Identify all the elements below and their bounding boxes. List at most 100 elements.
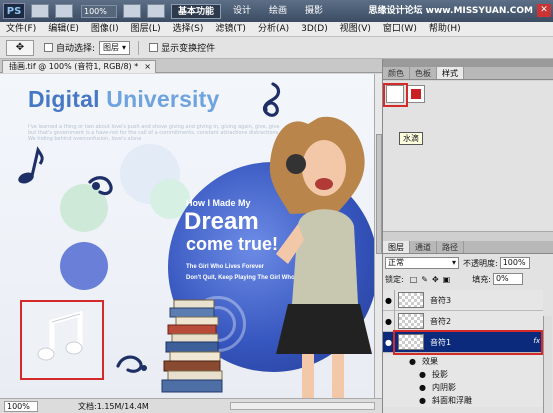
zoom-level-select[interactable]: 100% <box>81 4 117 18</box>
layers-panel: 正常 ▾ 不透明度: 100% 锁定: □ ✎ ✥ ▣ 填充: 0% ● 音符3 <box>383 254 553 413</box>
menu-layer[interactable]: 图层(L) <box>125 22 167 37</box>
eye-icon[interactable]: ● <box>419 396 426 405</box>
close-window-icon[interactable]: ✕ <box>537 4 551 17</box>
layer-row-note2[interactable]: ● 音符2 <box>383 310 543 332</box>
effect-row-drop-shadow[interactable]: ● 投影 <box>383 368 543 381</box>
red-style-swatch[interactable] <box>407 85 425 103</box>
styles-panel: 水滴 <box>383 81 553 231</box>
effect-name: 斜面和浮雕 <box>431 396 472 405</box>
show-transform-label: 显示变换控件 <box>161 44 216 54</box>
book-stack-image <box>161 299 223 393</box>
chevron-down-icon: ▾ <box>122 42 127 52</box>
brand-title-b: University <box>106 86 220 112</box>
status-bar: 100% 文档:1.15M/14.4M <box>0 398 382 413</box>
eye-icon[interactable]: ● <box>409 357 416 366</box>
lock-label: 锁定: <box>385 274 404 284</box>
menu-edit[interactable]: 编辑(E) <box>42 22 85 37</box>
canvas-vertical-scrollbar[interactable] <box>374 74 382 398</box>
effect-row-inner-shadow[interactable]: ● 内阴影 <box>383 381 543 394</box>
menu-window[interactable]: 窗口(W) <box>377 22 423 37</box>
poster-dream: Dream <box>184 208 259 235</box>
menu-image[interactable]: 图像(I) <box>85 22 125 37</box>
auto-select-checkbox[interactable] <box>44 43 53 52</box>
lock-position-icon[interactable]: ✥ <box>432 275 439 284</box>
swatch-highlight-box <box>383 83 408 107</box>
photoshop-window: PS 100% 基本功能 设计 绘画 摄影 思缘设计论坛 www.MISSYUA… <box>0 0 553 413</box>
layer-name: 音符3 <box>430 295 452 305</box>
workspace-painting-button[interactable]: 绘画 <box>263 4 293 19</box>
decor-circle <box>60 242 108 290</box>
effect-name: 投影 <box>431 370 448 379</box>
blend-row: 正常 ▾ 不透明度: 100% <box>385 256 552 270</box>
effect-row-bevel-emboss[interactable]: ● 斜面和浮雕 <box>383 394 543 407</box>
effects-group-row[interactable]: ● 效果 <box>383 355 543 368</box>
hand-tool-icon[interactable] <box>123 4 141 18</box>
lock-all-icon[interactable]: ▣ <box>443 275 451 284</box>
note-swirl-icon <box>88 176 113 196</box>
site-watermark: 思缘设计论坛 www.MISSYUAN.COM <box>368 6 533 16</box>
blend-mode-dropdown[interactable]: 正常 ▾ <box>385 257 459 269</box>
panel-dock: 颜色 色板 样式 水滴 图层 通道 路径 正常 ▾ 不透明度: 100% 锁定:… <box>382 59 553 413</box>
tab-paths[interactable]: 路径 <box>437 241 464 253</box>
menu-3d[interactable]: 3D(D) <box>295 22 334 37</box>
layer-thumbnail <box>398 313 424 329</box>
tab-styles[interactable]: 样式 <box>437 67 464 79</box>
tab-layers[interactable]: 图层 <box>383 241 410 253</box>
fill-input[interactable]: 0% <box>492 273 523 285</box>
document-tab[interactable]: 插画.tif @ 100% (音符1, RGB/8) * × <box>2 60 156 73</box>
panel-collapse-bar[interactable] <box>383 59 553 67</box>
opacity-input[interactable]: 100% <box>499 257 530 269</box>
menu-view[interactable]: 视图(V) <box>334 22 377 37</box>
layer-highlight-box <box>393 330 543 355</box>
layers-scrollbar[interactable] <box>543 316 552 413</box>
eye-icon[interactable]: ● <box>419 383 426 392</box>
poster-come-true: come true! <box>186 234 279 254</box>
eye-icon[interactable]: ● <box>419 370 426 379</box>
divider <box>138 40 140 55</box>
fill-label: 填充: <box>472 274 491 284</box>
tab-channels[interactable]: 通道 <box>410 241 437 253</box>
menu-analysis[interactable]: 分析(A) <box>252 22 295 37</box>
lock-transparency-icon[interactable]: □ <box>410 275 418 284</box>
workspace-photography-button[interactable]: 摄影 <box>299 4 329 19</box>
music-note-highlight-box[interactable] <box>20 300 104 380</box>
close-tab-icon[interactable]: × <box>144 61 151 73</box>
note-swirl-icon <box>116 355 147 373</box>
tab-color[interactable]: 颜色 <box>383 67 410 79</box>
chevron-down-icon: ▾ <box>451 258 456 267</box>
workspace-design-button[interactable]: 设计 <box>227 4 257 19</box>
tab-swatches[interactable]: 色板 <box>410 67 437 79</box>
eye-icon[interactable]: ● <box>383 310 395 332</box>
brand-title: Digital University <box>28 86 220 113</box>
photoshop-logo: PS <box>3 3 25 19</box>
bridge-icon[interactable] <box>31 4 49 18</box>
style-tooltip: 水滴 <box>399 132 423 145</box>
menu-filter[interactable]: 滤镜(T) <box>209 22 252 37</box>
menu-select[interactable]: 选择(S) <box>167 22 210 37</box>
layers-panel-tabs: 图层 通道 路径 <box>383 241 553 254</box>
move-tool-preset-icon[interactable]: ✥ <box>6 39 34 56</box>
menu-file[interactable]: 文件(F) <box>0 22 42 37</box>
effects-label: 效果 <box>421 357 438 366</box>
view-extras-icon[interactable] <box>55 4 73 18</box>
arrange-documents-icon[interactable] <box>147 4 165 18</box>
layer-row-note3[interactable]: ● 音符3 <box>383 289 543 311</box>
menu-help[interactable]: 帮助(H) <box>423 22 467 37</box>
document-title: 插画.tif @ 100% (音符1, RGB/8) * <box>9 62 139 71</box>
layer-name: 音符2 <box>430 316 452 326</box>
eye-icon[interactable]: ● <box>383 289 395 311</box>
styles-panel-footer <box>383 231 553 241</box>
eighth-note-icon <box>18 146 44 184</box>
auto-select-dropdown[interactable]: 图层 ▾ <box>99 40 131 55</box>
canvas-horizontal-scrollbar[interactable] <box>230 402 375 410</box>
auto-select-value: 图层 <box>103 42 120 52</box>
zoom-input[interactable]: 100% <box>4 400 38 412</box>
title-bar: PS 100% 基本功能 设计 绘画 摄影 思缘设计论坛 www.MISSYUA… <box>0 0 553 22</box>
lock-row: 锁定: □ ✎ ✥ ▣ 填充: 0% <box>385 272 552 286</box>
document-canvas[interactable]: Digital University I've learned a thing … <box>0 74 374 398</box>
show-transform-checkbox[interactable] <box>149 43 159 52</box>
poster-line1: How I Made My <box>186 198 251 208</box>
document-size-info: 文档:1.15M/14.4M <box>78 401 149 411</box>
workspace-essentials-button[interactable]: 基本功能 <box>171 3 222 19</box>
lock-image-icon[interactable]: ✎ <box>421 275 428 284</box>
